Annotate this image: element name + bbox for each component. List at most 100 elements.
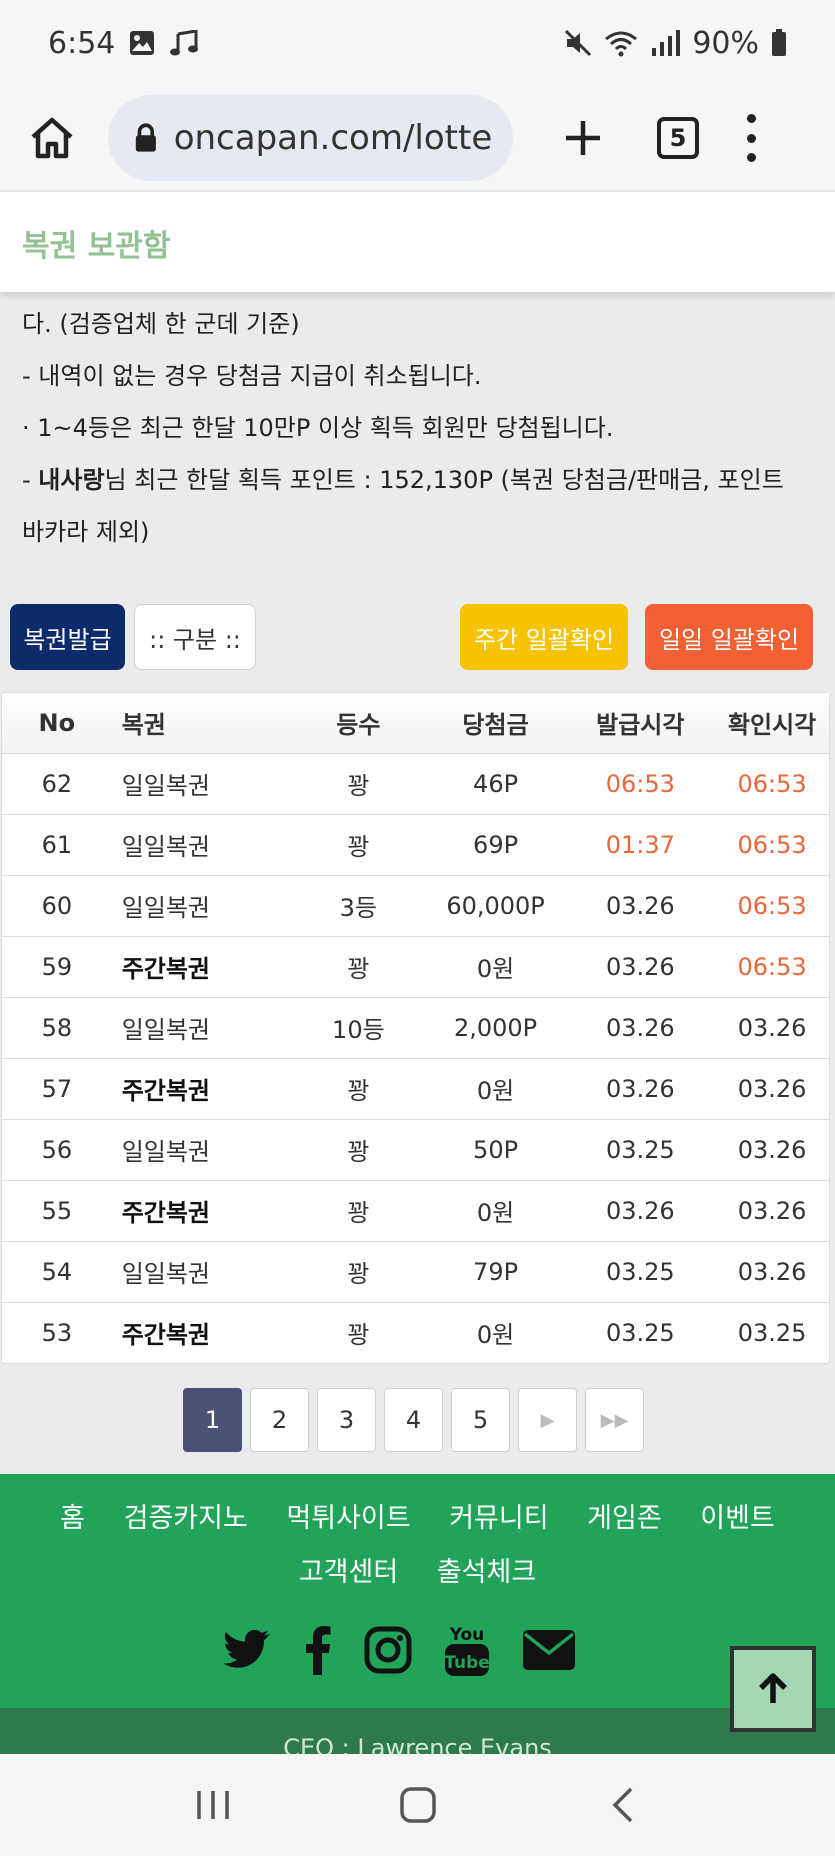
cell-prize: 69P bbox=[425, 814, 566, 876]
footer-link-attendance[interactable]: 출석체크 bbox=[437, 1557, 536, 1588]
cell-issued: 03.26 bbox=[565, 1180, 716, 1242]
last-page-button[interactable]: ▶▶ bbox=[585, 1388, 644, 1452]
col-header-name: 복권 bbox=[111, 693, 292, 754]
footer-link-game-zone[interactable]: 게임존 bbox=[587, 1503, 662, 1534]
footer-link-support[interactable]: 고객센터 bbox=[299, 1557, 398, 1588]
cell-prize: 60,000P bbox=[425, 875, 566, 937]
dot-icon bbox=[746, 133, 756, 143]
cell-checked: 03.26 bbox=[715, 997, 829, 1059]
table-row: 57 주간복권 꽝 0원 03.26 03.26 bbox=[2, 1058, 829, 1120]
category-select[interactable]: :: 구분 :: bbox=[134, 604, 256, 670]
scroll-to-top-button[interactable] bbox=[730, 1646, 816, 1732]
table-row: 60 일일복권 3등 60,000P 03.26 06:53 bbox=[2, 875, 829, 937]
cell-no: 60 bbox=[2, 875, 112, 937]
cell-checked: 03.25 bbox=[737, 1318, 807, 1347]
issue-lottery-button[interactable]: 복권발급 bbox=[10, 604, 125, 670]
more-menu-button[interactable] bbox=[739, 114, 763, 162]
wifi-icon bbox=[604, 29, 638, 57]
notice-text: 다. (검증업체 한 군데 기준) - 내역이 없는 경우 당첨금 지급이 취소… bbox=[0, 292, 835, 558]
home-nav-button[interactable] bbox=[388, 1775, 448, 1835]
footer-link-events[interactable]: 이벤트 bbox=[700, 1503, 775, 1534]
footer-bottom: CEO : Lawrence Evans bbox=[0, 1708, 835, 1754]
col-header-checked: 확인시각 bbox=[715, 693, 829, 754]
lock-icon bbox=[135, 123, 156, 152]
battery-icon bbox=[771, 29, 787, 57]
cell-no: 58 bbox=[2, 997, 112, 1059]
main-content: 다. (검증업체 한 군데 기준) - 내역이 없는 경우 당첨금 지급이 취소… bbox=[0, 292, 835, 1474]
col-header-no: No bbox=[2, 693, 112, 754]
ceo-info: CEO : Lawrence Evans bbox=[283, 1734, 552, 1754]
cell-checked: 03.26 bbox=[715, 1180, 829, 1242]
youtube-icon[interactable]: You Tube bbox=[444, 1622, 490, 1678]
instagram-icon[interactable] bbox=[364, 1622, 412, 1678]
cell-checked: 03.26 bbox=[715, 1241, 829, 1303]
dot-icon bbox=[746, 114, 756, 123]
page-button-5[interactable]: 5 bbox=[451, 1388, 510, 1452]
col-header-issued: 발급시각 bbox=[565, 693, 716, 754]
cell-no: 57 bbox=[2, 1058, 112, 1120]
footer-link-verified-casino[interactable]: 검증카지노 bbox=[124, 1503, 248, 1534]
cell-issued: 03.26 bbox=[565, 1058, 716, 1120]
home-button[interactable] bbox=[22, 108, 82, 168]
page-button-1[interactable]: 1 bbox=[183, 1388, 242, 1452]
page-button-4[interactable]: 4 bbox=[384, 1388, 443, 1452]
daily-check-all-button[interactable]: 일일 일괄확인 bbox=[645, 604, 813, 670]
weekly-check-all-button[interactable]: 주간 일괄확인 bbox=[460, 604, 628, 670]
table-row: 56 일일복권 꽝 50P 03.25 03.26 bbox=[2, 1119, 829, 1181]
col-header-prize: 당첨금 bbox=[425, 693, 566, 754]
footer-link-scam-sites[interactable]: 먹튀사이트 bbox=[286, 1503, 410, 1534]
next-page-button[interactable]: ▶ bbox=[518, 1388, 577, 1452]
cell-checked: 06:53 bbox=[715, 814, 829, 876]
footer-link-community[interactable]: 커뮤니티 bbox=[449, 1503, 548, 1534]
mute-icon bbox=[564, 29, 592, 57]
twitter-icon[interactable] bbox=[224, 1622, 272, 1678]
cell-no: 55 bbox=[2, 1180, 112, 1242]
table-row: 55 주간복권 꽝 0원 03.26 03.26 bbox=[2, 1180, 829, 1242]
cell-rank: 꽝 bbox=[291, 1119, 426, 1181]
cell-prize: 0원 bbox=[425, 1180, 566, 1242]
cell-name: 일일복권 bbox=[111, 753, 292, 815]
cell-name: 일일복권 bbox=[111, 1119, 292, 1181]
notice-points-text: 님 최근 한달 획득 포인트 : 152,130P (복권 당첨금/판매금, 포… bbox=[22, 466, 784, 546]
recent-apps-icon bbox=[196, 1791, 229, 1819]
arrow-up-icon bbox=[759, 1673, 787, 1703]
cell-rank: 3등 bbox=[291, 875, 426, 937]
cell-rank: 꽝 bbox=[291, 1058, 426, 1120]
col-header-rank: 등수 bbox=[291, 693, 426, 754]
table-row: 59 주간복권 꽝 0원 03.26 06:53 bbox=[2, 936, 829, 998]
footer-nav: 홈 검증카지노 먹튀사이트 커뮤니티 게임존 이벤트 고객센터 출석체크 bbox=[0, 1474, 835, 1600]
back-chevron-icon bbox=[612, 1787, 632, 1823]
cell-no: 61 bbox=[2, 814, 112, 876]
cell-issued: 06:53 bbox=[565, 753, 716, 815]
cell-no: 62 bbox=[2, 753, 112, 815]
cell-prize: 0원 bbox=[425, 936, 566, 998]
cell-rank: 꽝 bbox=[291, 1180, 426, 1242]
facebook-icon[interactable] bbox=[304, 1622, 332, 1678]
plus-icon bbox=[566, 121, 600, 155]
new-tab-button[interactable] bbox=[559, 114, 607, 162]
gallery-icon bbox=[129, 30, 155, 56]
music-note-icon bbox=[169, 30, 199, 56]
tab-switcher-button[interactable]: 5 bbox=[657, 117, 699, 159]
cell-prize: 50P bbox=[425, 1119, 566, 1181]
recent-apps-button[interactable] bbox=[183, 1775, 243, 1835]
pagination: 1 2 3 4 5 ▶ ▶▶ bbox=[183, 1388, 644, 1452]
notice-line-points: - 내사랑님 최근 한달 획득 포인트 : 152,130P (복권 당첨금/판… bbox=[22, 454, 813, 558]
cell-issued: 03.25 bbox=[565, 1241, 716, 1303]
action-button-row: 복권발급 :: 구분 :: 주간 일괄확인 일일 일괄확인 bbox=[10, 604, 825, 670]
notice-line: 다. (검증업체 한 군데 기준) bbox=[22, 310, 300, 338]
dot-icon bbox=[746, 153, 756, 162]
page-button-2[interactable]: 2 bbox=[250, 1388, 309, 1452]
cell-issued: 03.25 bbox=[605, 1318, 675, 1347]
footer-link-home[interactable]: 홈 bbox=[60, 1503, 85, 1534]
back-button[interactable] bbox=[593, 1775, 653, 1835]
cell-issued: 03.26 bbox=[565, 936, 716, 998]
cell-rank: 꽝 bbox=[291, 814, 426, 876]
cell-prize: 2,000P bbox=[425, 997, 566, 1059]
address-bar[interactable]: oncapan.com/lottery bbox=[108, 95, 513, 181]
email-icon[interactable] bbox=[522, 1622, 576, 1678]
page-button-3[interactable]: 3 bbox=[317, 1388, 376, 1452]
status-time: 6:54 bbox=[48, 25, 116, 61]
status-bar: 6:54 90% bbox=[0, 0, 835, 86]
system-navigation-bar bbox=[0, 1754, 835, 1856]
